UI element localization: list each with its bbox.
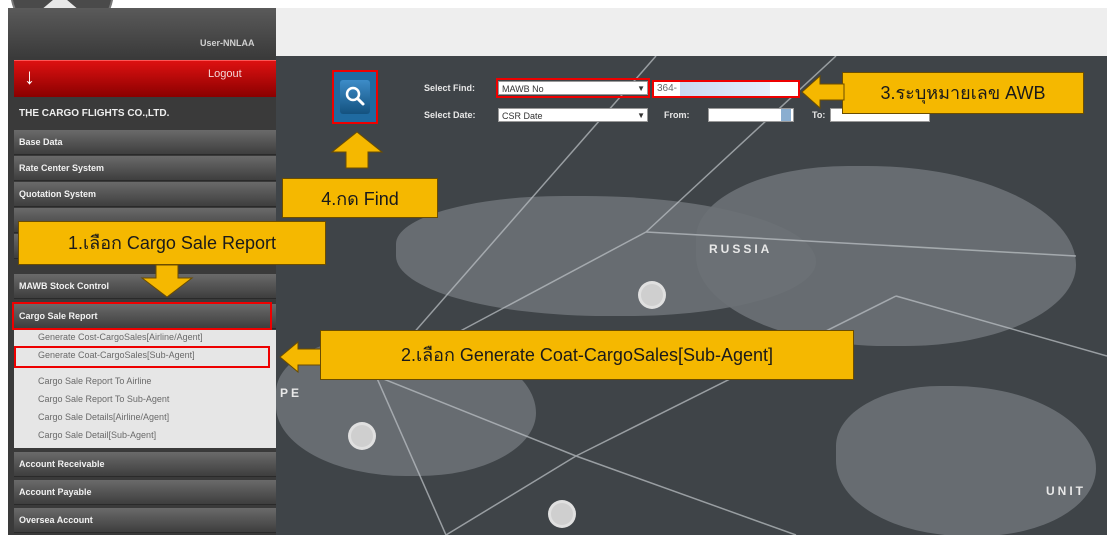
find-button[interactable] bbox=[332, 70, 378, 124]
arrow-down-icon: ↓ bbox=[24, 64, 35, 89]
network-lines bbox=[375, 56, 1107, 535]
user-name: User-NNLAA bbox=[200, 38, 255, 48]
highlight-cargo-sale-report bbox=[12, 302, 272, 330]
awb-value: 364- bbox=[657, 83, 678, 94]
company-name: THE CARGO FLIGHTS CO.,LTD. bbox=[19, 108, 170, 119]
callout-step2: 2.เลือก Generate Coat-CargoSales[Sub-Age… bbox=[320, 330, 854, 380]
arrow-down-icon bbox=[140, 264, 194, 298]
map-label-russia: RUSSIA bbox=[709, 242, 773, 256]
select-find-label: Select Find: bbox=[424, 83, 476, 93]
sidebar-item-rate-center[interactable]: Rate Center System bbox=[14, 156, 276, 181]
sidebar-item-oversea-account[interactable]: Oversea Account bbox=[14, 508, 276, 533]
arrow-left-icon bbox=[279, 340, 325, 374]
highlight-generate-cost-subagent bbox=[14, 346, 270, 368]
submenu-item-report-to-airline[interactable]: Cargo Sale Report To Airline bbox=[38, 376, 151, 386]
to-label: To: bbox=[812, 110, 826, 120]
awb-redacted-area bbox=[680, 82, 770, 96]
submenu-item-detail-subagent[interactable]: Cargo Sale Detail[Sub-Agent] bbox=[38, 430, 156, 440]
callout-step1: 1.เลือก Cargo Sale Report bbox=[18, 221, 326, 265]
from-date-input[interactable] bbox=[708, 108, 794, 122]
submenu-item-details-airline[interactable]: Cargo Sale Details[Airline/Agent] bbox=[38, 412, 169, 422]
map-label-europe: PE bbox=[280, 386, 303, 400]
logout-label[interactable]: Logout bbox=[208, 68, 242, 80]
world-map-background: RUSSIA PE UNIT bbox=[276, 56, 1107, 535]
calendar-icon bbox=[781, 109, 791, 121]
sidebar-item-base-data[interactable]: Base Data bbox=[14, 130, 276, 155]
find-button-face bbox=[340, 80, 370, 114]
map-label-united: UNIT bbox=[1046, 484, 1086, 498]
from-label: From: bbox=[664, 110, 690, 120]
header-bar bbox=[276, 8, 1107, 56]
sidebar-item-account-receivable[interactable]: Account Receivable bbox=[14, 452, 276, 477]
select-date-value: CSR Date bbox=[502, 111, 543, 121]
arrow-up-icon bbox=[330, 131, 384, 169]
map-node bbox=[638, 281, 666, 309]
highlight-select-find bbox=[496, 78, 650, 98]
select-date-label: Select Date: bbox=[424, 110, 476, 120]
map-node bbox=[548, 500, 576, 528]
sidebar-item-account-payable[interactable]: Account Payable bbox=[14, 480, 276, 505]
callout-step3: 3.ระบุหมายเลข AWB bbox=[842, 72, 1084, 114]
chevron-down-icon: ▼ bbox=[637, 111, 645, 120]
submenu-item-generate-cost-airline[interactable]: Generate Cost-CargoSales[Airline/Agent] bbox=[38, 332, 203, 342]
select-date-dropdown[interactable]: CSR Date ▼ bbox=[498, 108, 648, 122]
callout-step4: 4.กด Find bbox=[282, 178, 438, 218]
sidebar-item-quotation[interactable]: Quotation System bbox=[14, 182, 276, 207]
map-node bbox=[348, 422, 376, 450]
search-icon bbox=[345, 86, 365, 106]
arrow-left-icon bbox=[801, 74, 845, 110]
top-strip bbox=[0, 0, 1107, 8]
sidebar-header bbox=[8, 8, 276, 58]
submenu-item-report-to-subagent[interactable]: Cargo Sale Report To Sub-Agent bbox=[38, 394, 169, 404]
